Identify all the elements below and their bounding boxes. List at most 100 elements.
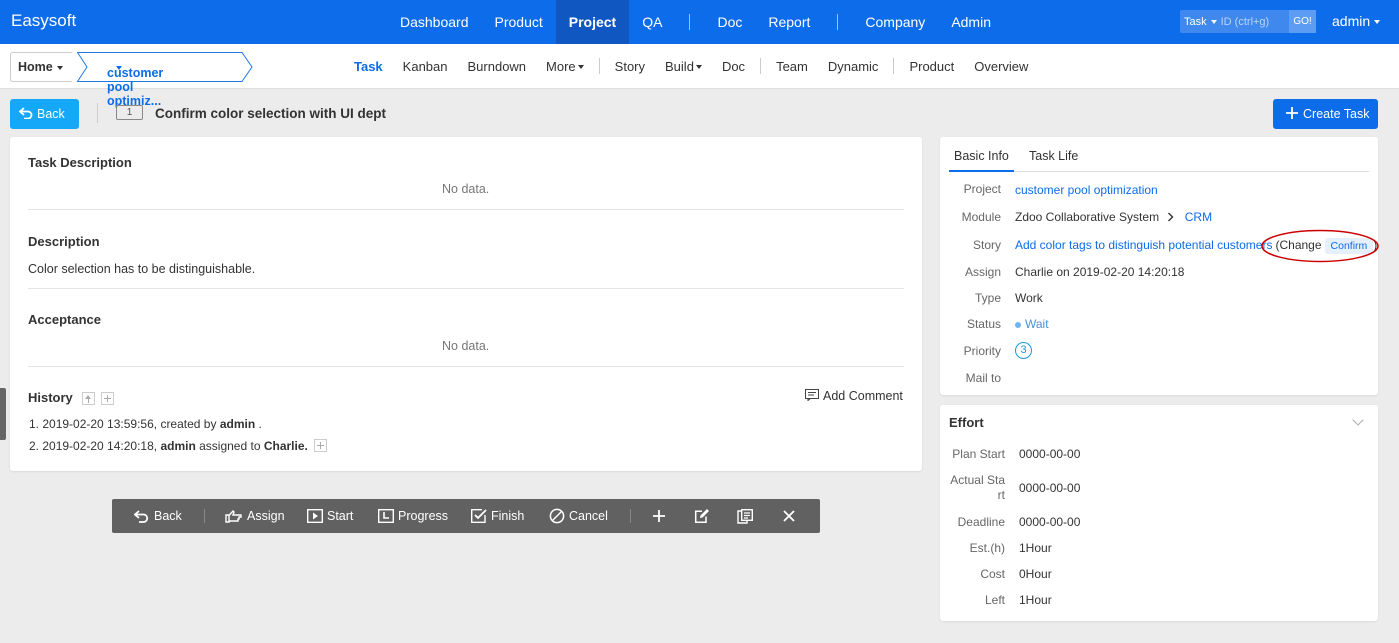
undo-arrow-icon: [18, 107, 33, 120]
sort-up-icon[interactable]: [82, 392, 96, 406]
acceptance-value: No data.: [442, 339, 490, 353]
expand-history-icon[interactable]: [314, 439, 328, 452]
task-description-value: No data.: [442, 182, 490, 196]
nav-product[interactable]: Product: [482, 0, 556, 44]
search-go-button[interactable]: GO!: [1289, 10, 1316, 33]
breadcrumb-project[interactable]: customer pool optimiz...: [77, 52, 253, 108]
nav-divider: [837, 14, 839, 30]
chevron-down-icon: [1374, 20, 1381, 25]
subnav-dynamic[interactable]: Dynamic: [818, 59, 889, 74]
undo-arrow-icon: [134, 510, 149, 523]
back-button[interactable]: Back: [10, 99, 79, 129]
subnav-divider: [893, 58, 895, 74]
sub-navbar: Home customer pool optimiz... Task Kanba…: [0, 44, 1399, 108]
breadcrumb-home[interactable]: Home: [10, 52, 72, 82]
story-link[interactable]: Add color tags to distinguish potential …: [1015, 238, 1272, 252]
chevron-down-icon[interactable]: [1352, 414, 1364, 426]
toolbar-back-label: Back: [154, 509, 182, 523]
play-icon: [307, 509, 323, 523]
subnav-more[interactable]: More: [536, 59, 594, 74]
add-comment-label: Add Comment: [823, 389, 903, 403]
subnav-task[interactable]: Task: [344, 59, 393, 74]
nav-doc[interactable]: Doc: [704, 0, 755, 44]
subnav-product[interactable]: Product: [899, 59, 964, 74]
subnav-doc[interactable]: Doc: [712, 59, 755, 74]
hand-point-icon: [225, 509, 242, 523]
history-text: 2. 2019-02-20 14:20:18,: [29, 439, 161, 453]
module-child-link[interactable]: CRM: [1185, 210, 1212, 224]
create-task-button[interactable]: Create Task: [1273, 99, 1378, 129]
subnav-story[interactable]: Story: [605, 59, 655, 74]
cost-label: Cost: [980, 567, 1005, 581]
info-tabs: Basic Info Task Life: [949, 145, 1369, 172]
effort-panel: Effort Plan Start 0000-00-00 Actual Star…: [940, 405, 1378, 621]
divider: [28, 288, 904, 289]
project-link[interactable]: customer pool optimization: [1015, 183, 1158, 197]
user-name: admin: [1332, 13, 1371, 29]
nav-qa[interactable]: QA: [629, 0, 675, 44]
divider: [28, 366, 904, 367]
chevron-down-icon: [1210, 19, 1217, 24]
type-value: Work: [1015, 291, 1043, 305]
tab-basic-info[interactable]: Basic Info: [949, 145, 1014, 172]
user-menu[interactable]: admin: [1332, 13, 1381, 29]
nav-project[interactable]: Project: [555, 0, 630, 44]
clock-icon: [378, 509, 394, 523]
deadline-label: Deadline: [957, 515, 1005, 529]
toolbar-add-button[interactable]: [652, 499, 670, 533]
toolbar-progress-label: Progress: [398, 509, 449, 523]
breadcrumb-arrow-shape: [77, 52, 253, 82]
description-value: Color selection has to be distinguishabl…: [28, 262, 256, 276]
edit-icon: [694, 509, 709, 524]
nav-admin[interactable]: Admin: [938, 0, 1004, 44]
side-drawer-handle[interactable]: [0, 388, 6, 440]
toolbar-cancel-button[interactable]: Cancel: [549, 499, 608, 533]
expand-all-icon[interactable]: [101, 392, 115, 406]
history-text: 1. 2019-02-20 13:59:56, created by: [29, 417, 220, 431]
type-label: Type: [974, 291, 1001, 305]
subnav-kanban[interactable]: Kanban: [393, 59, 458, 74]
module-value: Zdoo Collaborative System CRM: [1015, 210, 1212, 224]
comment-icon: [805, 389, 819, 402]
plus-icon: [1286, 107, 1298, 119]
toolbar-assign-label: Assign: [247, 509, 285, 523]
add-comment-button[interactable]: Add Comment: [805, 389, 903, 403]
priority-value: 3: [1015, 342, 1032, 359]
breadcrumb-home-label: Home: [18, 60, 53, 74]
brand-logo[interactable]: Easysoft: [11, 11, 76, 31]
history-text: .: [255, 417, 262, 431]
toolbar-edit-button[interactable]: [694, 499, 714, 533]
toolbar-back-button[interactable]: Back: [134, 499, 182, 533]
subnav-burndown[interactable]: Burndown: [458, 59, 537, 74]
nav-dashboard[interactable]: Dashboard: [387, 0, 482, 44]
toolbar-start-button[interactable]: Start: [307, 499, 353, 533]
nav-report[interactable]: Report: [755, 0, 823, 44]
module-label: Module: [961, 210, 1001, 224]
left-value: 1Hour: [1019, 593, 1052, 607]
toolbar-copy-button[interactable]: [737, 499, 758, 533]
toolbar-progress-button[interactable]: Progress: [378, 499, 448, 533]
mailto-label: Mail to: [965, 371, 1001, 385]
history-text: assigned to: [195, 439, 264, 453]
check-square-icon: [471, 509, 487, 523]
subnav-build[interactable]: Build: [655, 59, 712, 74]
subnav-overview[interactable]: Overview: [964, 59, 1038, 74]
nav-divider: [689, 14, 691, 30]
subnav-team[interactable]: Team: [766, 59, 818, 74]
deadline-value: 0000-00-00: [1019, 515, 1081, 529]
toolbar-assign-button[interactable]: Assign: [225, 499, 285, 533]
subnav-divider: [598, 58, 600, 74]
tab-task-life[interactable]: Task Life: [1029, 145, 1078, 172]
subnav-more-label: More: [546, 58, 576, 74]
history-target: Charlie.: [263, 439, 308, 453]
search-type-dropdown[interactable]: Task: [1180, 16, 1221, 28]
toolbar-delete-button[interactable]: [782, 499, 800, 533]
plan-start-value: 0000-00-00: [1019, 447, 1081, 461]
priority-label: Priority: [963, 344, 1001, 358]
chevron-right-icon: [1168, 212, 1174, 222]
nav-company[interactable]: Company: [852, 0, 938, 44]
basic-info-panel: Basic Info Task Life Project customer po…: [940, 137, 1379, 395]
search-input[interactable]: [1220, 15, 1281, 28]
red-highlight-circle: [1261, 229, 1379, 263]
toolbar-finish-button[interactable]: Finish: [471, 499, 524, 533]
